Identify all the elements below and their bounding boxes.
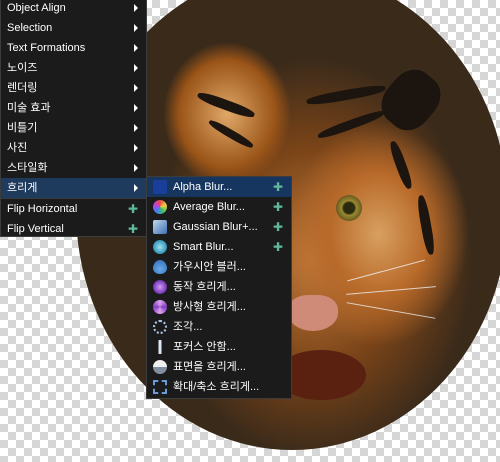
- unfocus-icon: [153, 340, 167, 354]
- effects-menu: Object Align Selection Text Formations 노…: [0, 0, 147, 237]
- menu-item-smart-blur[interactable]: Smart Blur... ✚: [147, 237, 291, 257]
- plugin-icon: ✚: [273, 200, 284, 214]
- menu-item-label: 동작 흐리게...: [173, 281, 236, 293]
- menu-item-distort[interactable]: 비틀기: [1, 118, 146, 138]
- menu-item-alpha-blur[interactable]: Alpha Blur... ✚: [147, 177, 291, 197]
- submenu-arrow-icon: [134, 64, 138, 72]
- menu-item-noise[interactable]: 노이즈: [1, 58, 146, 78]
- menu-item-label: 렌더링: [7, 82, 38, 94]
- menu-item-label: 노이즈: [7, 62, 38, 74]
- menu-item-label: Selection: [7, 22, 53, 34]
- submenu-arrow-icon: [134, 84, 138, 92]
- menu-item-blur[interactable]: 흐리게: [1, 178, 146, 198]
- menu-item-flip-horizontal[interactable]: Flip Horizontal ✚: [1, 199, 146, 219]
- menu-item-label: Alpha Blur...: [173, 181, 233, 193]
- menu-item-radial-blur[interactable]: 방사형 흐리게...: [147, 297, 291, 317]
- menu-item-label: 비틀기: [7, 122, 38, 134]
- submenu-arrow-icon: [134, 164, 138, 172]
- menu-item-flip-vertical[interactable]: Flip Vertical ✚: [1, 219, 146, 239]
- menu-item-gaussian-blur-plus[interactable]: Gaussian Blur+... ✚: [147, 217, 291, 237]
- menu-item-label: 미술 효과: [7, 102, 51, 114]
- submenu-arrow-icon: [134, 24, 138, 32]
- menu-item-surface-blur[interactable]: 표면을 흐리게...: [147, 357, 291, 377]
- average-blur-icon: [153, 200, 167, 214]
- menu-item-label: 사진: [7, 142, 28, 154]
- menu-item-label: Text Formations: [7, 42, 86, 54]
- menu-item-label: Flip Vertical: [7, 223, 64, 235]
- menu-item-render[interactable]: 렌더링: [1, 78, 146, 98]
- menu-item-average-blur[interactable]: Average Blur... ✚: [147, 197, 291, 217]
- submenu-arrow-icon: [134, 184, 138, 192]
- menu-item-label: 스타일화: [7, 162, 48, 174]
- surface-blur-icon: [153, 360, 167, 374]
- menu-item-label: 표면을 흐리게...: [173, 361, 246, 373]
- menu-item-text-formations[interactable]: Text Formations: [1, 38, 146, 58]
- motion-blur-icon: [153, 280, 167, 294]
- menu-item-label: 가우시안 블러...: [173, 261, 246, 273]
- menu-item-unfocus[interactable]: 포커스 안함...: [147, 337, 291, 357]
- plugin-icon: ✚: [273, 220, 284, 234]
- menu-item-zoom-blur[interactable]: 확대/축소 흐리게...: [147, 377, 291, 397]
- menu-item-label: 방사형 흐리게...: [173, 301, 246, 313]
- menu-item-photo[interactable]: 사진: [1, 138, 146, 158]
- plugin-icon: ✚: [273, 180, 284, 194]
- plugin-icon: ✚: [128, 222, 139, 236]
- plugin-icon: ✚: [128, 202, 139, 216]
- zoom-blur-icon: [153, 380, 167, 394]
- menu-item-label: 흐리게: [7, 182, 38, 194]
- menu-item-gaussian-blur[interactable]: 가우시안 블러...: [147, 257, 291, 277]
- menu-item-label: Smart Blur...: [173, 241, 234, 253]
- submenu-arrow-icon: [134, 144, 138, 152]
- submenu-arrow-icon: [134, 104, 138, 112]
- plugin-icon: ✚: [273, 240, 284, 254]
- menu-item-label: Flip Horizontal: [7, 203, 78, 215]
- menu-item-label: Object Align: [7, 2, 66, 14]
- menu-item-object-align[interactable]: Object Align: [1, 0, 146, 18]
- menu-item-artistic[interactable]: 미술 효과: [1, 98, 146, 118]
- menu-item-label: Average Blur...: [173, 201, 245, 213]
- gaussian-blur-plus-icon: [153, 220, 167, 234]
- radial-blur-icon: [153, 300, 167, 314]
- gaussian-blur-icon: [153, 260, 167, 274]
- smart-blur-icon: [153, 240, 167, 254]
- submenu-arrow-icon: [134, 4, 138, 12]
- blur-submenu: Alpha Blur... ✚ Average Blur... ✚ Gaussi…: [146, 176, 292, 399]
- menu-item-label: 확대/축소 흐리게...: [173, 381, 260, 393]
- alpha-blur-icon: [153, 180, 167, 194]
- menu-item-motion-blur[interactable]: 동작 흐리게...: [147, 277, 291, 297]
- menu-item-stylize[interactable]: 스타일화: [1, 158, 146, 178]
- submenu-arrow-icon: [134, 124, 138, 132]
- menu-item-label: Gaussian Blur+...: [173, 221, 258, 233]
- menu-item-label: 포커스 안함...: [173, 341, 236, 353]
- menu-item-label: 조각...: [173, 321, 203, 333]
- menu-item-selection[interactable]: Selection: [1, 18, 146, 38]
- fragment-icon: [153, 320, 167, 334]
- menu-item-fragment[interactable]: 조각...: [147, 317, 291, 337]
- submenu-arrow-icon: [134, 44, 138, 52]
